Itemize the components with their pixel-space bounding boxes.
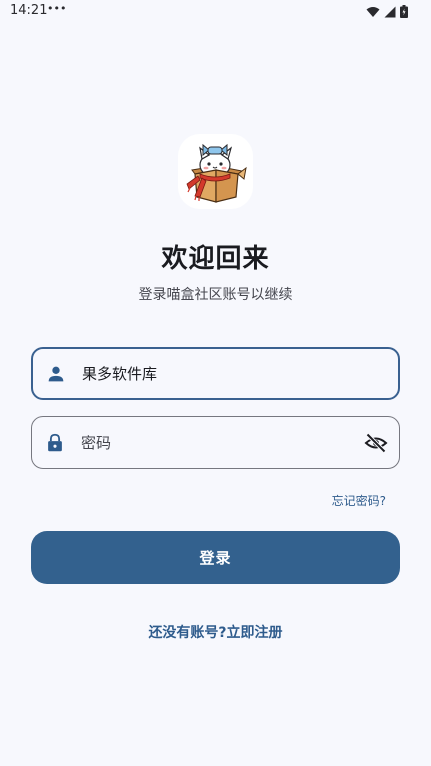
app-logo: [178, 134, 253, 209]
login-button[interactable]: 登录: [31, 531, 400, 584]
status-bar: 14:21 •••: [0, 0, 431, 24]
register-link[interactable]: 还没有账号?立即注册: [0, 622, 431, 642]
password-input[interactable]: [81, 417, 351, 468]
username-input[interactable]: [82, 349, 352, 398]
page-subtitle: 登录喵盒社区账号以继续: [138, 287, 293, 303]
password-field[interactable]: [31, 416, 400, 469]
person-icon: [48, 366, 64, 381]
wifi-icon: [366, 6, 380, 17]
lock-icon: [48, 433, 62, 451]
battery-icon: [400, 5, 408, 18]
page-title: 欢迎回来: [161, 244, 270, 274]
status-icons: [366, 5, 408, 18]
forgot-password-link[interactable]: 忘记密码?: [332, 492, 386, 509]
visibility-off-icon[interactable]: [364, 431, 388, 455]
cat-in-box-logo: [186, 143, 247, 203]
notification-dots: •••: [47, 2, 67, 15]
username-field[interactable]: [31, 347, 400, 400]
status-time: 14:21: [10, 3, 48, 18]
signal-icon: [384, 6, 396, 17]
